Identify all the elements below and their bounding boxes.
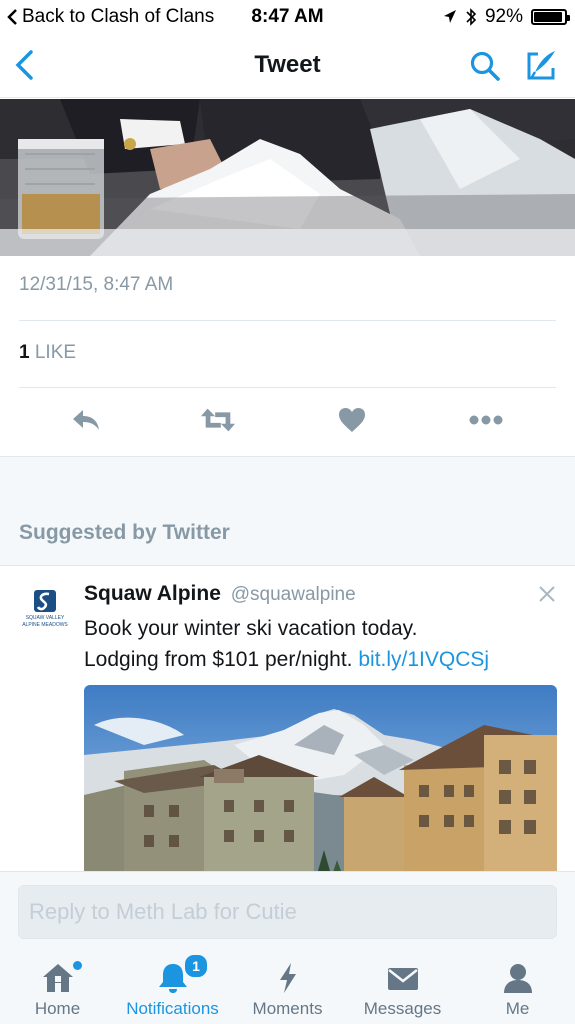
compose-tweet-icon[interactable] — [525, 48, 559, 82]
tweet-text-line2: Lodging from $101 per/night. bit.ly/1IVQ… — [84, 644, 559, 675]
tab-label: Home — [34, 999, 81, 1018]
more-dots-icon — [469, 415, 503, 425]
like-button[interactable] — [334, 404, 370, 436]
tab-home[interactable]: Home — [0, 949, 115, 1024]
heart-icon — [339, 408, 365, 432]
avatar-text-line2: ALPINE MEADOWS — [22, 622, 68, 628]
author-name: Squaw Alpine — [84, 582, 221, 605]
home-icon — [42, 964, 73, 992]
avatar[interactable]: SQUAW VALLEY ALPINE MEADOWS — [18, 588, 72, 628]
more-button[interactable] — [468, 404, 504, 436]
squaw-valley-logo: SQUAW VALLEY ALPINE MEADOWS — [22, 590, 68, 628]
search-icon[interactable] — [469, 50, 501, 82]
tweet-action-bar — [0, 398, 575, 444]
location-arrow-icon — [443, 10, 456, 23]
suggested-tweet[interactable]: SQUAW VALLEY ALPINE MEADOWS Squaw Alpine… — [0, 566, 575, 871]
tab-label: Messages — [363, 999, 442, 1018]
tab-label: Notifications — [126, 999, 219, 1018]
tweet-text-line1: Book your winter ski vacation today. — [84, 617, 418, 640]
author-handle: @squawalpine — [230, 584, 356, 605]
suggested-header-section: Suggested by Twitter — [0, 456, 575, 566]
suggested-by-twitter-label: Suggested by Twitter — [19, 521, 230, 544]
tab-label: Moments — [252, 999, 323, 1018]
status-indicators: 92% — [443, 6, 570, 28]
tab-me[interactable]: Me — [460, 949, 575, 1024]
person-icon — [503, 964, 532, 993]
notifications-badge: 1 — [183, 953, 209, 979]
likes-count: 1 — [19, 342, 30, 363]
status-bar: Back to Clash of Clans 8:47 AM 92% — [0, 0, 575, 34]
tweet-timestamp: 12/31/15, 8:47 AM — [19, 274, 174, 295]
likes-label: LIKE — [34, 342, 77, 363]
tweet-text-prefix: Lodging from $101 per/night. — [84, 648, 359, 671]
reply-icon — [73, 410, 99, 430]
battery-icon — [531, 9, 570, 25]
tab-notifications[interactable]: 1 Notifications — [115, 949, 230, 1024]
new-content-dot — [73, 961, 82, 970]
tweet-text: Book your winter ski vacation today. Lod… — [84, 613, 559, 675]
retweet-button[interactable] — [200, 404, 236, 436]
retweet-icon — [200, 408, 236, 432]
promo-image[interactable] — [84, 685, 557, 871]
tab-moments[interactable]: Moments — [230, 949, 345, 1024]
reply-bar — [0, 871, 575, 949]
lightning-icon — [279, 963, 296, 993]
tweet-photo — [0, 99, 575, 256]
battery-percent: 92% — [484, 6, 523, 27]
tab-label: Me — [505, 999, 530, 1018]
nav-bar: Tweet — [0, 34, 575, 98]
bluetooth-icon — [466, 8, 477, 26]
divider — [19, 320, 556, 321]
divider — [19, 387, 556, 388]
ski-resort-photo — [84, 685, 557, 871]
author-row[interactable]: Squaw Alpine @squawalpine — [84, 582, 356, 606]
tweet-media-image[interactable] — [0, 99, 575, 256]
reply-input[interactable] — [18, 885, 557, 939]
envelope-icon — [387, 968, 418, 990]
tweet-link[interactable]: bit.ly/1IVQCSj — [358, 648, 489, 671]
tab-messages[interactable]: Messages — [345, 949, 460, 1024]
tab-bar: Home 1 Notifications Moments Messages Me — [0, 949, 575, 1024]
likes-row[interactable]: 1 LIKE — [19, 342, 76, 364]
avatar-text-line1: SQUAW VALLEY — [26, 615, 65, 621]
reply-button[interactable] — [68, 404, 104, 436]
close-icon[interactable] — [537, 584, 557, 604]
